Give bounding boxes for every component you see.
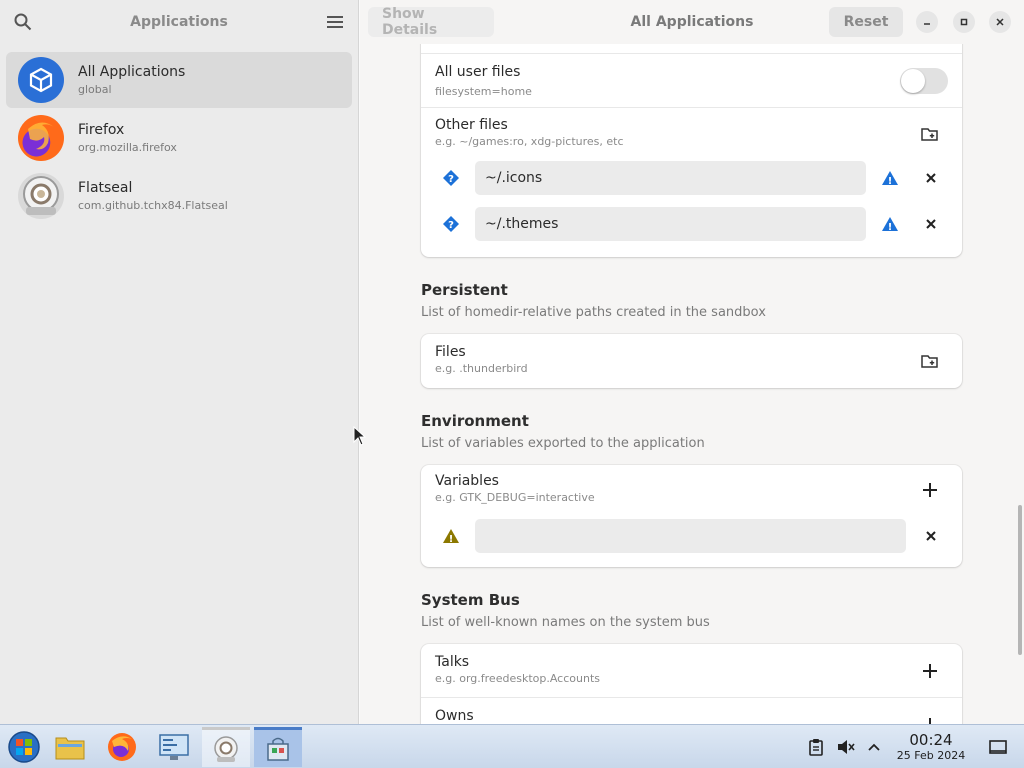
warning-icon: ! (879, 213, 901, 235)
search-icon[interactable] (12, 11, 34, 33)
flatseal-icon (18, 173, 64, 219)
svg-text:!: ! (888, 222, 893, 232)
row-title: Talks (435, 654, 470, 670)
app-id: com.github.tchx84.Flatseal (78, 199, 228, 212)
row-title: Owns (435, 708, 474, 724)
environment-description: List of variables exported to the applic… (421, 436, 705, 451)
store-icon[interactable] (254, 727, 302, 767)
mouse-cursor-icon (353, 425, 367, 450)
persistent-description: List of homedir-relative paths created i… (421, 305, 766, 320)
system-bus-description: List of well-known names on the system b… (421, 615, 710, 630)
svg-text:?: ? (448, 174, 454, 185)
add-icon[interactable] (919, 660, 941, 682)
show-desktop-icon[interactable] (987, 736, 1009, 758)
add-icon[interactable] (919, 479, 941, 501)
row-subtitle: e.g. .thunderbird (435, 362, 528, 375)
folder-add-icon[interactable] (919, 123, 941, 145)
flatseal-icon[interactable] (202, 727, 250, 767)
filesystem-card: All user files filesystem=home Other fil… (421, 20, 962, 257)
all-applications-icon (18, 57, 64, 103)
firefox-icon[interactable] (98, 727, 146, 767)
svg-text:!: ! (888, 176, 893, 186)
menu-icon[interactable] (324, 11, 346, 33)
start-orb-icon[interactable] (0, 727, 48, 767)
path-entry[interactable]: ~/.themes (475, 207, 866, 241)
all-user-files-row[interactable]: All user files filesystem=home (421, 54, 962, 108)
system-bus-title: System Bus (421, 591, 520, 609)
row-title: Files (435, 344, 466, 360)
file-manager-icon[interactable] (46, 727, 94, 767)
persistent-card: Files e.g. .thunderbird (421, 334, 962, 388)
other-files-row: Other files e.g. ~/games:ro, xdg-picture… (421, 108, 962, 257)
app-item-all-applications[interactable]: All Applications global (6, 52, 352, 108)
volume-muted-icon[interactable] (835, 736, 857, 758)
app-item-flatseal[interactable]: Flatseal com.github.tchx84.Flatseal (6, 168, 352, 224)
app-item-firefox[interactable]: Firefox org.mozilla.firefox (6, 110, 352, 166)
clock-date[interactable]: 25 Feb 2024 (890, 749, 972, 762)
svg-text:!: ! (449, 534, 454, 544)
variable-entry[interactable] (475, 519, 906, 553)
app-name: Flatseal (78, 180, 133, 196)
row-subtitle: e.g. ~/games:ro, xdg-pictures, etc (435, 135, 624, 148)
chevron-up-icon[interactable] (863, 736, 885, 758)
question-icon: ? (440, 167, 462, 189)
minimize-icon[interactable] (916, 11, 938, 33)
app-id: org.mozilla.firefox (78, 141, 177, 154)
app-id: global (78, 83, 112, 96)
remove-icon[interactable] (920, 167, 942, 189)
add-icon[interactable] (919, 714, 941, 724)
path-entry[interactable]: ~/.icons (475, 161, 866, 195)
clock-time[interactable]: 00:24 (894, 731, 968, 749)
system-bus-card: Talks e.g. org.freedesktop.Accounts Owns (421, 644, 962, 724)
variables-row: Variables e.g. GTK_DEBUG=interactive ! (421, 465, 962, 567)
scrollbar-thumb[interactable] (1018, 505, 1022, 655)
sidebar-header: Applications (0, 0, 358, 44)
sidebar: Applications All Applications global Fir… (0, 0, 359, 724)
firefox-icon (18, 115, 64, 161)
app-name: All Applications (78, 64, 186, 80)
main-header: Show Details All Applications Reset (360, 0, 1024, 44)
row-title: Other files (435, 117, 508, 133)
persistent-title: Persistent (421, 281, 508, 299)
taskbar: 00:24 25 Feb 2024 (0, 724, 1024, 768)
row-subtitle: e.g. GTK_DEBUG=interactive (435, 491, 595, 504)
show-details-button[interactable]: Show Details (368, 6, 494, 38)
folder-add-icon[interactable] (919, 350, 941, 372)
persistent-files-row: Files e.g. .thunderbird (421, 334, 962, 388)
row-title: All user files (435, 64, 521, 80)
control-panel-icon[interactable] (150, 727, 198, 767)
svg-text:?: ? (448, 220, 454, 231)
app-list: All Applications global Firefox org.mozi… (0, 44, 358, 224)
all-user-files-toggle[interactable] (900, 68, 948, 94)
app-name: Firefox (78, 122, 125, 138)
warning-icon: ! (440, 525, 462, 547)
talks-row: Talks e.g. org.freedesktop.Accounts (421, 644, 962, 698)
clipboard-icon[interactable] (805, 736, 827, 758)
maximize-icon[interactable] (953, 11, 975, 33)
remove-icon[interactable] (920, 213, 942, 235)
row-subtitle: filesystem=home (435, 85, 532, 98)
warning-icon: ! (879, 167, 901, 189)
environment-card: Variables e.g. GTK_DEBUG=interactive ! (421, 465, 962, 567)
environment-title: Environment (421, 412, 529, 430)
owns-row: Owns (421, 698, 962, 724)
toggle-knob (901, 69, 925, 93)
sidebar-title: Applications (130, 14, 228, 30)
question-icon: ? (440, 213, 462, 235)
row-title: Variables (435, 473, 499, 489)
close-icon[interactable] (989, 11, 1011, 33)
reset-button[interactable]: Reset (829, 7, 903, 37)
main-panel: Show Details All Applications Reset All … (360, 0, 1024, 724)
remove-icon[interactable] (920, 525, 942, 547)
row-subtitle: e.g. org.freedesktop.Accounts (435, 672, 600, 685)
